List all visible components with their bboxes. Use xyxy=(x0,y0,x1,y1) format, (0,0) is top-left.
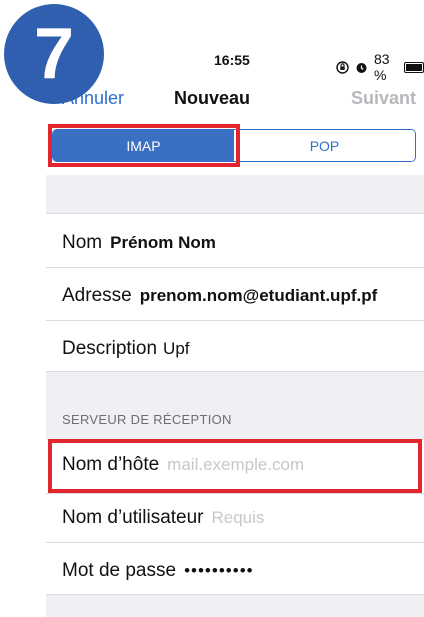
battery-fill xyxy=(406,63,423,71)
group-separator xyxy=(46,372,424,440)
status-time: 16:55 xyxy=(214,52,250,68)
username-row[interactable]: Nom d’utilisateur Requis xyxy=(62,507,264,529)
divider xyxy=(46,267,424,268)
description-label: Description xyxy=(62,338,158,359)
incoming-server-header: SERVEUR DE RÉCEPTION xyxy=(62,412,232,427)
description-value[interactable]: Upf xyxy=(163,339,189,358)
name-label: Nom xyxy=(62,232,103,253)
username-input[interactable]: Requis xyxy=(212,508,265,527)
address-row[interactable]: Adresse prenom.nom@etudiant.upf.pf xyxy=(62,285,377,307)
battery-icon xyxy=(404,61,424,73)
name-row[interactable]: Nom Prénom Nom xyxy=(62,232,216,254)
description-row[interactable]: Description Upf xyxy=(62,338,190,360)
alarm-icon xyxy=(355,61,368,74)
username-label: Nom d’utilisateur xyxy=(62,507,204,528)
group-separator xyxy=(46,175,424,213)
segment-pop[interactable]: POP xyxy=(234,130,415,161)
divider xyxy=(46,542,424,543)
group-separator xyxy=(46,595,424,617)
address-label: Adresse xyxy=(62,285,132,306)
divider xyxy=(46,320,424,321)
divider xyxy=(46,493,424,494)
battery-percent: 83 % xyxy=(374,51,390,83)
address-value[interactable]: prenom.nom@etudiant.upf.pf xyxy=(140,286,378,305)
next-button[interactable]: Suivant xyxy=(351,88,416,109)
password-row[interactable]: Mot de passe •••••••••• xyxy=(62,560,254,582)
divider xyxy=(46,213,424,214)
hostname-highlight-frame xyxy=(48,439,422,493)
imap-highlight-frame xyxy=(48,124,240,167)
step-number-badge: 7 xyxy=(4,4,104,104)
orientation-lock-icon xyxy=(336,60,349,74)
password-input[interactable]: •••••••••• xyxy=(184,561,254,580)
password-label: Mot de passe xyxy=(62,560,177,581)
status-indicators: 83 % xyxy=(336,51,424,83)
name-value[interactable]: Prénom Nom xyxy=(110,233,216,252)
